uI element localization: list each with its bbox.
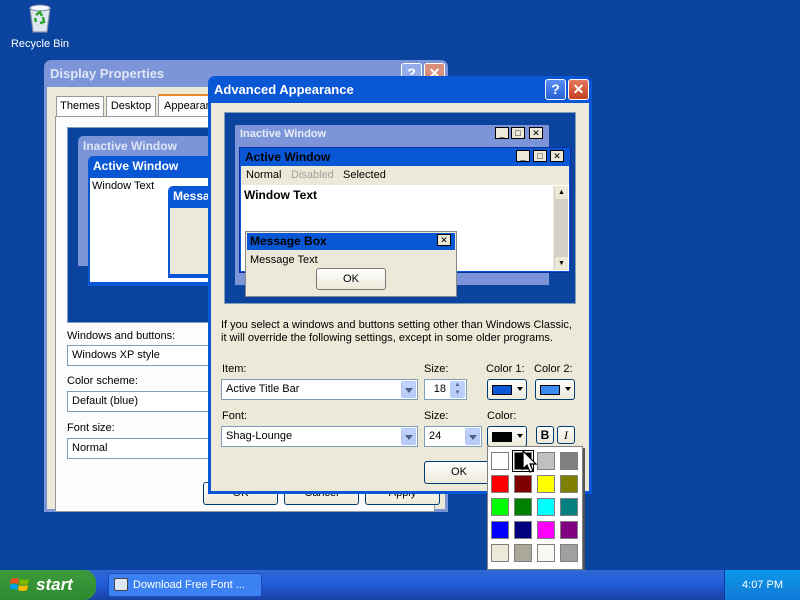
color-swatch[interactable] bbox=[560, 544, 578, 562]
adv-preview-scrollbar[interactable]: ▲ ▼ bbox=[553, 186, 568, 270]
advanced-preview: Inactive Window _ □ ✕ Active Window _ □ … bbox=[224, 112, 576, 304]
font-select[interactable]: Shag-Lounge bbox=[221, 426, 418, 447]
font-size-label: Size: bbox=[424, 410, 449, 422]
chevron-down-icon[interactable] bbox=[401, 428, 416, 445]
advanced-ok-button[interactable]: OK bbox=[424, 461, 494, 484]
color-swatch[interactable] bbox=[491, 544, 509, 562]
color-swatch[interactable] bbox=[491, 521, 509, 539]
color-swatch[interactable] bbox=[491, 498, 509, 516]
color-swatch[interactable] bbox=[560, 521, 578, 539]
color-swatch[interactable] bbox=[537, 544, 555, 562]
preview-active-title: Active Window bbox=[93, 159, 179, 173]
advanced-close-button[interactable]: ✕ bbox=[568, 79, 589, 100]
color1-swatch bbox=[492, 385, 512, 395]
adv-menu-disabled: Disabled bbox=[291, 169, 334, 181]
color-swatch[interactable] bbox=[560, 475, 578, 493]
adv-preview-window-text: Window Text bbox=[244, 188, 317, 202]
color2-label: Color 2: bbox=[534, 363, 573, 375]
font-color-button[interactable] bbox=[487, 426, 527, 447]
color-swatch[interactable] bbox=[514, 521, 532, 539]
info-text-line2: it will override the following settings,… bbox=[221, 332, 553, 344]
scroll-down-icon[interactable]: ▼ bbox=[555, 257, 568, 270]
color2-swatch bbox=[540, 385, 560, 395]
color-swatch[interactable] bbox=[537, 475, 555, 493]
mouse-cursor-icon bbox=[522, 450, 538, 473]
font-label: Font: bbox=[222, 410, 248, 422]
windows-logo-icon bbox=[10, 578, 29, 591]
recycle-bin-label: Recycle Bin bbox=[10, 38, 70, 50]
font-size-label: Font size: bbox=[67, 422, 115, 434]
bold-button[interactable]: B bbox=[536, 426, 554, 444]
adv-menu-selected: Selected bbox=[343, 169, 386, 181]
windows-buttons-label: Windows and buttons: bbox=[67, 330, 176, 342]
color-swatch[interactable] bbox=[514, 475, 532, 493]
color-scheme-select[interactable]: Default (blue) bbox=[67, 391, 217, 412]
color1-label: Color 1: bbox=[486, 363, 525, 375]
start-label: start bbox=[36, 575, 73, 594]
size-label: Size: bbox=[424, 363, 449, 375]
taskbar-item-label: Download Free Font ... bbox=[133, 579, 245, 591]
advanced-appearance-body: Inactive Window _ □ ✕ Active Window _ □ … bbox=[211, 103, 589, 491]
advanced-help-button[interactable]: ? bbox=[545, 79, 566, 100]
font-color-dropdown-icon bbox=[517, 434, 523, 438]
system-tray-clock[interactable]: 4:07 PM bbox=[724, 570, 800, 600]
adv-menu-normal: Normal bbox=[246, 169, 282, 181]
appearance-preview: Inactive Window Active Window Window Tex… bbox=[67, 127, 228, 323]
item-label: Item: bbox=[222, 363, 247, 375]
info-text-line1: If you select a windows and buttons sett… bbox=[221, 319, 572, 331]
chevron-down-icon[interactable] bbox=[465, 428, 480, 445]
taskbar: start Download Free Font ... 4:07 PM bbox=[0, 570, 800, 600]
scroll-up-icon[interactable]: ▲ bbox=[555, 186, 568, 199]
adv-preview-message-title: Message Box bbox=[247, 233, 455, 250]
font-color-label: Color: bbox=[487, 410, 517, 422]
color-swatch[interactable] bbox=[537, 452, 555, 470]
tab-themes[interactable]: Themes bbox=[56, 96, 104, 116]
color-swatch[interactable] bbox=[491, 475, 509, 493]
color-swatch[interactable] bbox=[514, 544, 532, 562]
adv-message-close-icon: ✕ bbox=[437, 234, 451, 246]
color1-button[interactable] bbox=[487, 379, 527, 400]
adv-preview-message-text: Message Text bbox=[250, 254, 318, 266]
font-size-select[interactable]: 24 bbox=[424, 426, 482, 447]
advanced-appearance-window: Advanced Appearance ? ✕ Inactive Window … bbox=[208, 76, 592, 494]
recycle-bin-desktop-icon[interactable]: Recycle Bin bbox=[8, 2, 72, 50]
adv-active-close-icon: ✕ bbox=[550, 150, 564, 162]
adv-preview-message-ok: OK bbox=[316, 268, 386, 290]
preview-inactive-title: Inactive Window bbox=[83, 139, 177, 153]
color-swatch[interactable] bbox=[560, 498, 578, 516]
spinner-arrows-icon[interactable]: ▲ ▼ bbox=[450, 381, 465, 398]
advanced-appearance-title-bar[interactable]: Advanced Appearance ? ✕ bbox=[211, 76, 589, 103]
font-color-swatch bbox=[492, 432, 512, 442]
color-scheme-label: Color scheme: bbox=[67, 375, 138, 387]
display-properties-icon bbox=[114, 578, 128, 591]
adv-inactive-close-icon: ✕ bbox=[529, 127, 543, 139]
italic-button[interactable]: I bbox=[557, 426, 575, 444]
advanced-appearance-title: Advanced Appearance bbox=[214, 82, 354, 97]
color-swatch[interactable] bbox=[537, 521, 555, 539]
color2-button[interactable] bbox=[535, 379, 575, 400]
color1-dropdown-icon bbox=[517, 387, 523, 391]
taskbar-item-download-font[interactable]: Download Free Font ... bbox=[108, 573, 262, 597]
adv-active-minimize-icon: _ bbox=[516, 150, 530, 162]
display-properties-title: Display Properties bbox=[50, 66, 165, 81]
chevron-down-icon[interactable] bbox=[401, 381, 416, 398]
adv-active-maximize-icon: □ bbox=[533, 150, 547, 162]
font-size-select[interactable]: Normal bbox=[67, 438, 217, 459]
tab-desktop[interactable]: Desktop bbox=[106, 96, 156, 116]
color-swatch[interactable] bbox=[491, 452, 509, 470]
color-swatch[interactable] bbox=[537, 498, 555, 516]
adv-preview-message-box: Message Box ✕ Message Text OK bbox=[245, 231, 457, 297]
adv-inactive-maximize-icon: □ bbox=[511, 127, 525, 139]
color-swatch[interactable] bbox=[514, 498, 532, 516]
color-swatch[interactable] bbox=[560, 452, 578, 470]
windows-buttons-select[interactable]: Windows XP style bbox=[67, 345, 217, 366]
start-button[interactable]: start bbox=[0, 570, 96, 600]
recycle-bin-icon bbox=[29, 4, 51, 33]
size-spinner[interactable]: 18 ▲ ▼ bbox=[424, 379, 467, 400]
adv-preview-menu-bar: Normal Disabled Selected bbox=[241, 166, 569, 185]
color2-dropdown-icon bbox=[565, 387, 571, 391]
item-select[interactable]: Active Title Bar bbox=[221, 379, 418, 400]
adv-inactive-minimize-icon: _ bbox=[495, 127, 509, 139]
